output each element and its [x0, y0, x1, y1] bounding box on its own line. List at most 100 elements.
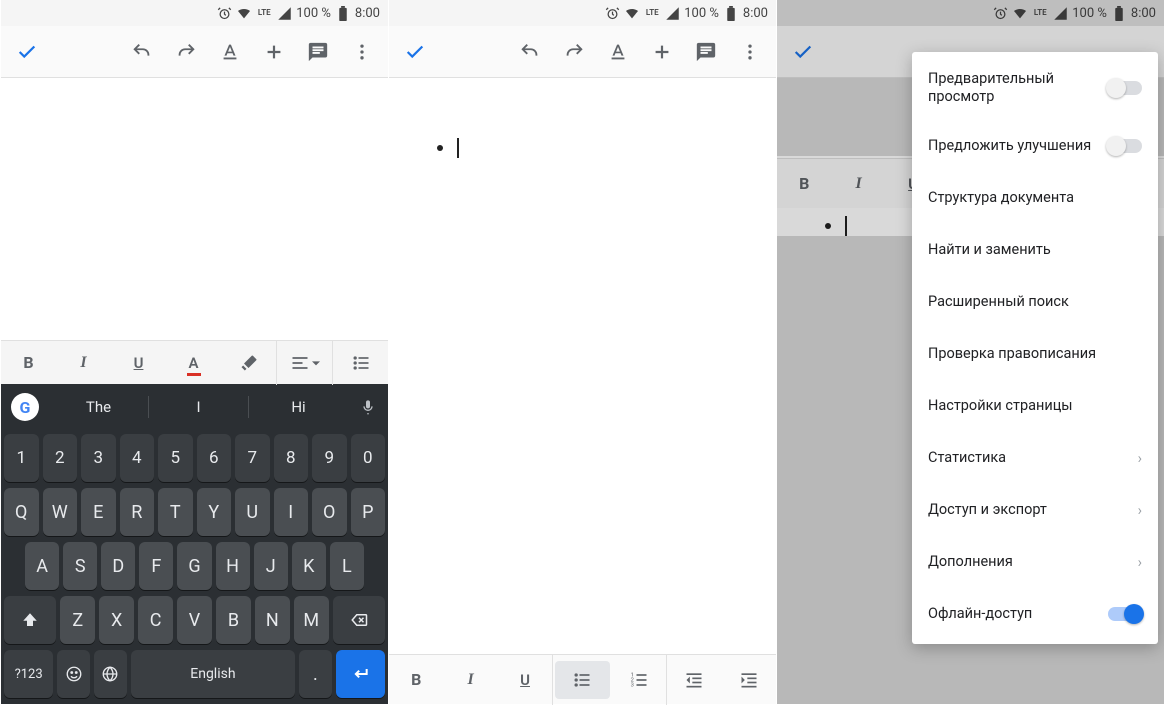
align-button[interactable]	[277, 341, 332, 385]
done-button[interactable]	[393, 30, 437, 74]
key-symbols[interactable]: ?123	[4, 650, 53, 698]
italic-button[interactable]: I	[443, 655, 497, 704]
key-s[interactable]: S	[63, 542, 97, 590]
key-v[interactable]: V	[177, 596, 212, 644]
kb-row-2: A S D F G H J K L	[4, 542, 385, 590]
outdent-button[interactable]	[667, 655, 721, 704]
text-color-button[interactable]: A	[166, 341, 221, 385]
key-period[interactable]: .	[299, 650, 332, 698]
key-n[interactable]: N	[255, 596, 290, 644]
key-e[interactable]: E	[81, 488, 116, 536]
key-0[interactable]: 0	[351, 434, 386, 482]
underline-button[interactable]: U	[111, 341, 166, 385]
document-area[interactable]	[1, 78, 388, 352]
key-b[interactable]: B	[216, 596, 251, 644]
menu-find-replace[interactable]: Найти и заменить	[912, 224, 1158, 276]
underline-button[interactable]: U	[498, 655, 552, 704]
bold-button[interactable]: B	[1, 341, 56, 385]
toggle-off-icon[interactable]	[1108, 81, 1142, 95]
key-w[interactable]: W	[43, 488, 78, 536]
numbered-list-button[interactable]: 123	[612, 655, 666, 704]
comment-button[interactable]	[684, 30, 728, 74]
overflow-button[interactable]	[340, 30, 384, 74]
bullet-list-button[interactable]	[555, 661, 609, 699]
key-2[interactable]: 2	[43, 434, 78, 482]
menu-spellcheck[interactable]: Проверка правописания	[912, 328, 1158, 380]
key-backspace[interactable]	[333, 596, 385, 644]
key-r[interactable]: R	[120, 488, 155, 536]
insert-button[interactable]	[252, 30, 296, 74]
key-f[interactable]: F	[139, 542, 173, 590]
italic-button[interactable]: I	[56, 341, 111, 385]
done-button[interactable]	[5, 30, 49, 74]
undo-button[interactable]	[120, 30, 164, 74]
menu-offline[interactable]: Офлайн-доступ	[912, 588, 1158, 640]
key-g[interactable]: G	[177, 542, 211, 590]
overflow-menu: Предварительный просмотр Предложить улуч…	[912, 52, 1158, 644]
key-1[interactable]: 1	[4, 434, 39, 482]
chevron-right-icon: ›	[1138, 554, 1142, 571]
redo-button[interactable]	[552, 30, 596, 74]
menu-preview[interactable]: Предварительный просмотр	[912, 56, 1158, 120]
mic-icon[interactable]	[348, 399, 388, 415]
undo-button[interactable]	[508, 30, 552, 74]
signal-icon	[664, 5, 680, 21]
key-k[interactable]: K	[292, 542, 326, 590]
key-z[interactable]: Z	[60, 596, 95, 644]
redo-button[interactable]	[164, 30, 208, 74]
key-9[interactable]: 9	[312, 434, 347, 482]
suggestion-3[interactable]: Hi	[249, 398, 348, 416]
key-7[interactable]: 7	[235, 434, 270, 482]
indent-button[interactable]	[722, 655, 776, 704]
key-h[interactable]: H	[216, 542, 250, 590]
key-q[interactable]: Q	[4, 488, 39, 536]
insert-button[interactable]	[640, 30, 684, 74]
key-m[interactable]: M	[294, 596, 329, 644]
key-a[interactable]: A	[25, 542, 59, 590]
key-u[interactable]: U	[235, 488, 270, 536]
menu-outline[interactable]: Структура документа	[912, 172, 1158, 224]
menu-suggest[interactable]: Предложить улучшения	[912, 120, 1158, 172]
key-d[interactable]: D	[101, 542, 135, 590]
google-icon[interactable]: G	[11, 393, 39, 421]
menu-advanced-search[interactable]: Расширенный поиск	[912, 276, 1158, 328]
key-c[interactable]: C	[138, 596, 173, 644]
document-area[interactable]	[389, 78, 776, 654]
chevron-right-icon: ›	[1138, 502, 1142, 519]
key-8[interactable]: 8	[274, 434, 309, 482]
menu-page-setup[interactable]: Настройки страницы	[912, 380, 1158, 432]
key-y[interactable]: Y	[197, 488, 232, 536]
highlight-button[interactable]	[221, 341, 276, 385]
app-toolbar	[1, 26, 388, 78]
key-i[interactable]: I	[274, 488, 309, 536]
key-o[interactable]: O	[312, 488, 347, 536]
key-emoji[interactable]	[57, 650, 90, 698]
text-format-button[interactable]	[208, 30, 252, 74]
suggestion-2[interactable]: I	[149, 398, 248, 416]
menu-share-export[interactable]: Доступ и экспорт ›	[912, 484, 1158, 536]
key-enter[interactable]	[336, 650, 385, 698]
key-t[interactable]: T	[158, 488, 193, 536]
overflow-button[interactable]	[728, 30, 772, 74]
comment-button[interactable]	[296, 30, 340, 74]
menu-addons[interactable]: Дополнения ›	[912, 536, 1158, 588]
key-l[interactable]: L	[330, 542, 364, 590]
key-shift[interactable]	[4, 596, 56, 644]
key-globe[interactable]	[94, 650, 127, 698]
key-3[interactable]: 3	[81, 434, 116, 482]
toggle-on-icon[interactable]	[1108, 607, 1142, 621]
suggestion-1[interactable]: The	[49, 398, 148, 416]
key-5[interactable]: 5	[158, 434, 193, 482]
key-j[interactable]: J	[254, 542, 288, 590]
key-p[interactable]: P	[351, 488, 386, 536]
bold-button[interactable]: B	[389, 655, 443, 704]
bullet-list-button[interactable]	[333, 341, 388, 385]
screenshot-1: LTE 100 % 8:00 B I U A G The	[0, 0, 388, 704]
toggle-off-icon[interactable]	[1108, 139, 1142, 153]
key-4[interactable]: 4	[120, 434, 155, 482]
menu-stats[interactable]: Статистика ›	[912, 432, 1158, 484]
key-space[interactable]: English	[131, 650, 295, 698]
text-format-button[interactable]	[596, 30, 640, 74]
key-6[interactable]: 6	[197, 434, 232, 482]
key-x[interactable]: X	[99, 596, 134, 644]
